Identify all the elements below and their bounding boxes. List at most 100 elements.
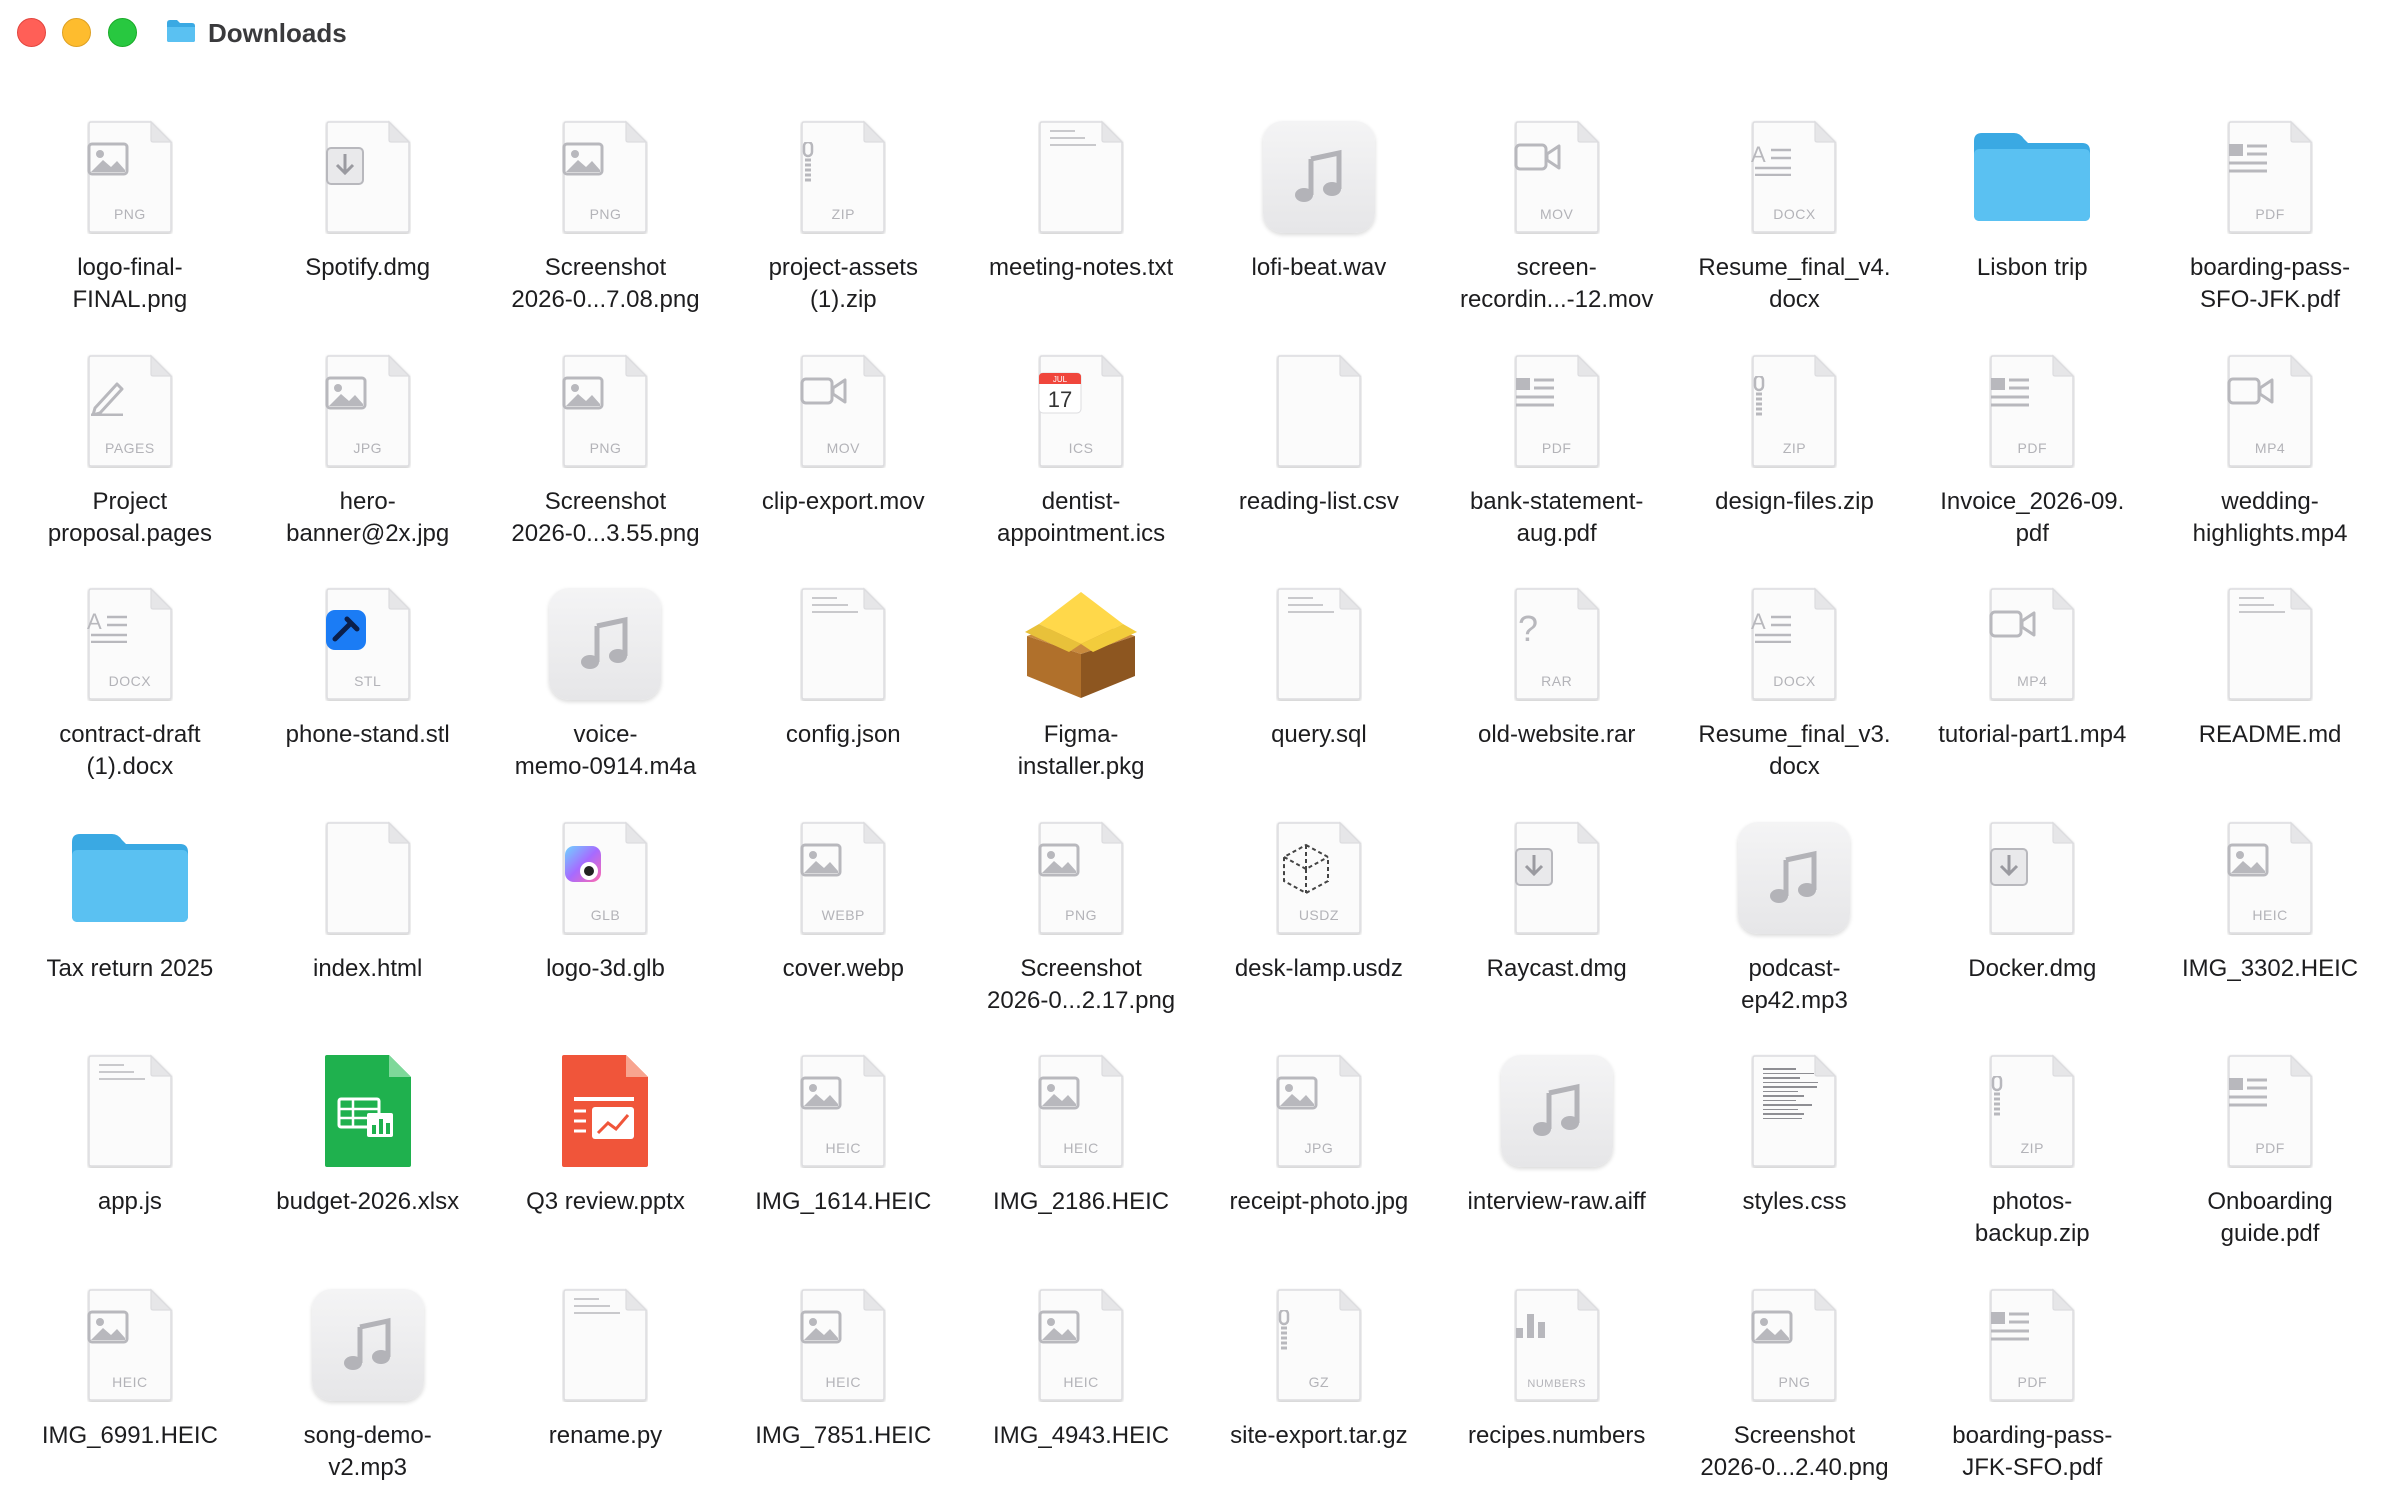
zoom-window-button[interactable] <box>108 18 137 47</box>
file-usdz-icon: USDZ <box>1254 813 1384 943</box>
file-item[interactable]: PDF boarding-pass- SFO-JFK.pdf <box>2151 112 2389 346</box>
file-item[interactable]: A DOCX Resume_final_v4. docx <box>1676 112 1914 346</box>
file-item[interactable]: Spotify.dmg <box>249 112 487 346</box>
file-item[interactable]: STL phone-stand.stl <box>249 579 487 813</box>
file-item[interactable]: ? RAR old-website.rar <box>1438 579 1676 813</box>
file-item[interactable]: WEBP cover.webp <box>724 813 962 1047</box>
file-name: Spotify.dmg <box>258 252 478 284</box>
file-image-icon: PNG <box>540 346 670 476</box>
file-pdf-icon: PDF <box>2205 112 2335 242</box>
file-dmg-icon <box>1967 813 2097 943</box>
file-item[interactable]: GLB logo-3d.glb <box>487 813 725 1047</box>
file-item[interactable]: lofi-beat.wav <box>1200 112 1438 346</box>
file-item[interactable]: MP4 tutorial-part1.mp4 <box>1913 579 2151 813</box>
file-item[interactable]: PDF boarding-pass- JFK-SFO.pdf <box>1913 1280 2151 1500</box>
file-audio-icon <box>1254 112 1384 242</box>
file-image-icon: HEIC <box>778 1046 908 1176</box>
close-window-button[interactable] <box>17 18 46 47</box>
svg-text:17: 17 <box>1048 387 1072 412</box>
file-video-icon: MP4 <box>1967 579 2097 709</box>
file-item[interactable]: interview-raw.aiff <box>1438 1046 1676 1280</box>
file-item[interactable]: song-demo- v2.mp3 <box>249 1280 487 1500</box>
file-name: IMG_1614.HEIC <box>733 1186 953 1218</box>
folder-icon <box>65 813 195 943</box>
file-item[interactable]: A DOCX Resume_final_v3. docx <box>1676 579 1914 813</box>
file-name: IMG_4943.HEIC <box>971 1420 1191 1452</box>
file-item[interactable]: MP4 wedding- highlights.mp4 <box>2151 346 2389 580</box>
file-item[interactable]: USDZ desk-lamp.usdz <box>1200 813 1438 1047</box>
file-pdf-icon: PDF <box>2205 1046 2335 1176</box>
file-item[interactable]: Q3 review.pptx <box>487 1046 725 1280</box>
file-item[interactable]: config.json <box>724 579 962 813</box>
file-name: rename.py <box>495 1420 715 1452</box>
file-name: hero- banner@2x.jpg <box>258 486 478 550</box>
file-item[interactable]: Raycast.dmg <box>1438 813 1676 1047</box>
window-title-text: Downloads <box>208 18 347 49</box>
file-item[interactable]: PDF Invoice_2026-09. pdf <box>1913 346 2151 580</box>
file-item[interactable]: Tax return 2025 <box>11 813 249 1047</box>
file-item[interactable]: README.md <box>2151 579 2389 813</box>
file-item[interactable]: styles.css <box>1676 1046 1914 1280</box>
file-video-icon: MOV <box>778 346 908 476</box>
file-name: contract-draft (1).docx <box>20 719 240 783</box>
file-item[interactable]: JUL 17 ICS dentist- appointment.ics <box>962 346 1200 580</box>
file-item[interactable]: PNG Screenshot 2026-0...3.55.png <box>487 346 725 580</box>
file-item[interactable]: PAGES Project proposal.pages <box>11 346 249 580</box>
file-item[interactable]: MOV screen- recordin...-12.mov <box>1438 112 1676 346</box>
file-item[interactable]: PDF Onboarding guide.pdf <box>2151 1046 2389 1280</box>
file-item[interactable]: JPG receipt-photo.jpg <box>1200 1046 1438 1280</box>
minimize-window-button[interactable] <box>62 18 91 47</box>
file-blank-icon <box>1254 346 1384 476</box>
file-item[interactable]: ZIP photos- backup.zip <box>1913 1046 2151 1280</box>
file-name: phone-stand.stl <box>258 719 478 751</box>
file-item[interactable]: ZIP project-assets (1).zip <box>724 112 962 346</box>
file-item[interactable]: HEIC IMG_6991.HEIC <box>11 1280 249 1500</box>
file-name: Q3 review.pptx <box>495 1186 715 1218</box>
file-item[interactable]: HEIC IMG_7851.HEIC <box>724 1280 962 1500</box>
file-audio-icon <box>1729 813 1859 943</box>
file-item[interactable]: PNG logo-final- FINAL.png <box>11 112 249 346</box>
file-pages-icon: PAGES <box>65 346 195 476</box>
file-item[interactable]: voice- memo-0914.m4a <box>487 579 725 813</box>
file-item[interactable]: rename.py <box>487 1280 725 1500</box>
svg-text:?: ? <box>1518 609 1538 649</box>
file-item[interactable]: HEIC IMG_4943.HEIC <box>962 1280 1200 1500</box>
file-video-icon: MP4 <box>2205 346 2335 476</box>
file-item[interactable]: PDF bank-statement- aug.pdf <box>1438 346 1676 580</box>
file-docx-icon: A DOCX <box>1729 112 1859 242</box>
file-item[interactable]: reading-list.csv <box>1200 346 1438 580</box>
file-item[interactable]: A DOCX contract-draft (1).docx <box>11 579 249 813</box>
file-item[interactable]: JPG hero- banner@2x.jpg <box>249 346 487 580</box>
file-item[interactable]: index.html <box>249 813 487 1047</box>
file-item[interactable]: app.js <box>11 1046 249 1280</box>
file-item[interactable]: meeting-notes.txt <box>962 112 1200 346</box>
file-item[interactable]: ZIP design-files.zip <box>1676 346 1914 580</box>
file-item[interactable]: Figma- installer.pkg <box>962 579 1200 813</box>
file-item[interactable]: GZ site-export.tar.gz <box>1200 1280 1438 1500</box>
file-item[interactable]: PNG Screenshot 2026-0...2.40.png <box>1676 1280 1914 1500</box>
file-item[interactable]: query.sql <box>1200 579 1438 813</box>
file-item[interactable]: budget-2026.xlsx <box>249 1046 487 1280</box>
file-item[interactable]: PNG Screenshot 2026-0...2.17.png <box>962 813 1200 1047</box>
file-video-icon: MOV <box>1492 112 1622 242</box>
file-name: dentist- appointment.ics <box>971 486 1191 550</box>
file-xlsx-icon <box>303 1046 433 1176</box>
file-item[interactable]: HEIC IMG_2186.HEIC <box>962 1046 1200 1280</box>
file-item[interactable]: PNG Screenshot 2026-0...7.08.png <box>487 112 725 346</box>
file-text-icon <box>1016 112 1146 242</box>
file-name: IMG_7851.HEIC <box>733 1420 953 1452</box>
file-audio-icon <box>1492 1046 1622 1176</box>
file-name: boarding-pass- SFO-JFK.pdf <box>2160 252 2380 316</box>
file-item[interactable]: HEIC IMG_3302.HEIC <box>2151 813 2389 1047</box>
file-item[interactable]: Lisbon trip <box>1913 112 2151 346</box>
file-name: IMG_6991.HEIC <box>20 1420 240 1452</box>
file-name: logo-final- FINAL.png <box>20 252 240 316</box>
file-item[interactable]: MOV clip-export.mov <box>724 346 962 580</box>
file-item[interactable]: Docker.dmg <box>1913 813 2151 1047</box>
file-name: Figma- installer.pkg <box>971 719 1191 783</box>
file-zip-icon: ZIP <box>778 112 908 242</box>
file-item[interactable]: HEIC IMG_1614.HEIC <box>724 1046 962 1280</box>
file-image-icon: HEIC <box>65 1280 195 1410</box>
file-item[interactable]: NUMBERS recipes.numbers <box>1438 1280 1676 1500</box>
file-item[interactable]: podcast- ep42.mp3 <box>1676 813 1914 1047</box>
